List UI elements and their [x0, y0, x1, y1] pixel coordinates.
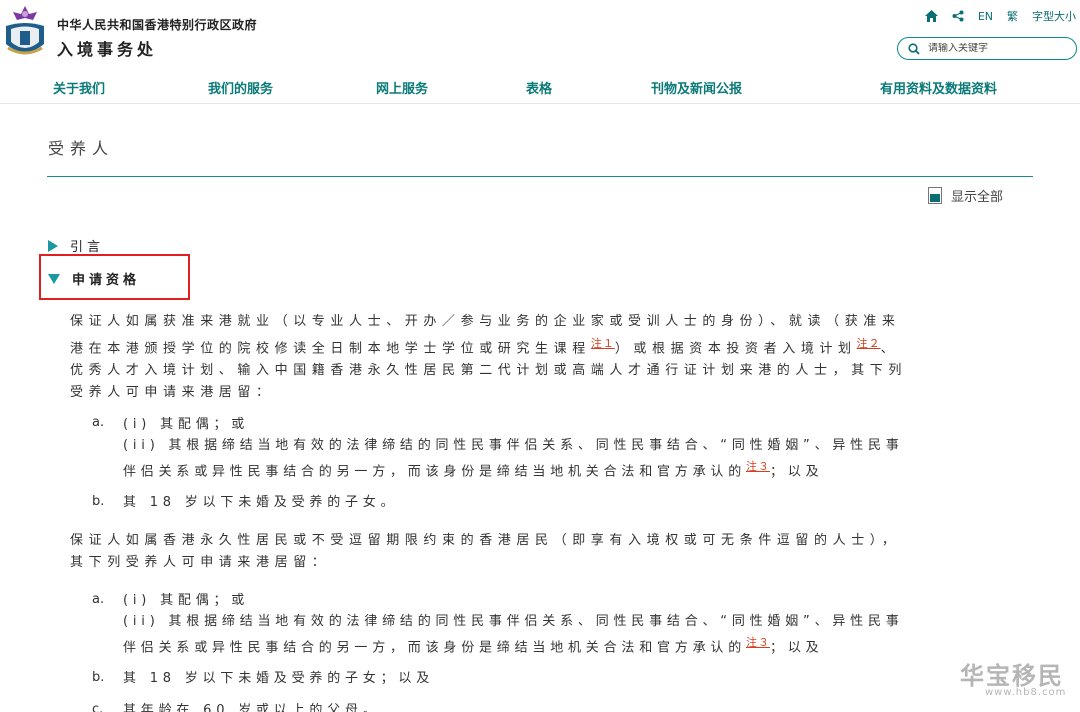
- nav-publications-press[interactable]: 刊物及新闻公报: [651, 78, 742, 97]
- section-eligibility[interactable]: 申请资格: [48, 269, 140, 288]
- section-introduction[interactable]: 引言: [48, 236, 104, 255]
- nav-useful-info-statistics[interactable]: 有用资料及数据资料: [880, 78, 997, 97]
- caret-down-icon: [48, 273, 60, 284]
- list1-b-marker: b.: [92, 494, 105, 509]
- section-introduction-label: 引言: [70, 240, 105, 255]
- list2-c-marker: c.: [92, 702, 104, 712]
- expand-all-icon: [928, 187, 942, 204]
- government-name: 中华人民共和国香港特别行政区政府: [57, 18, 258, 32]
- section-eligibility-label: 申请资格: [72, 273, 141, 288]
- nav-forms[interactable]: 表格: [526, 78, 552, 97]
- font-size-control[interactable]: 字型大小: [1032, 8, 1076, 24]
- department-name[interactable]: 入境事务处: [57, 36, 157, 60]
- list1-item-a: (i) 其配偶；或 (ii) 其根据缔结当地有效的法律缔结的同性民事伴侣关系、同…: [123, 417, 904, 480]
- site-header: 中华人民共和国香港特别行政区政府 入境事务处 EN 繁 字型大小 关于我们 我们…: [0, 0, 1080, 104]
- note-1-link[interactable]: 注１: [591, 337, 615, 350]
- share-icon[interactable]: [952, 10, 964, 22]
- note-3-link[interactable]: 注３: [746, 636, 770, 649]
- note-3-link[interactable]: 注３: [746, 460, 770, 473]
- list2-item-a: (i) 其配偶；或 (ii) 其根据缔结当地有效的法律缔结的同性民事伴侣关系、同…: [123, 593, 904, 656]
- caret-right-icon: [48, 239, 58, 252]
- search-input[interactable]: [928, 43, 1068, 54]
- search-icon[interactable]: [908, 42, 920, 55]
- list2-a-marker: a.: [92, 592, 105, 607]
- eligibility-paragraph-1: 保证人如属获准来港就业（以专业人士、开办／参与业务的企业家或受训人士的身份）、就…: [70, 311, 990, 404]
- watermark-url: www.hb8.com: [985, 687, 1067, 698]
- watermark-text: 华宝移民: [960, 662, 1064, 690]
- list1-a-marker: a.: [92, 415, 105, 430]
- lang-traditional-link[interactable]: 繁: [1007, 8, 1018, 24]
- title-divider: [47, 176, 1033, 177]
- list2-item-b: 其 18 岁以下未婚及受养的子女；以及: [123, 671, 435, 686]
- para2-line: 其下列受养人可申请来港居留：: [70, 555, 331, 570]
- lang-en-link[interactable]: EN: [978, 10, 993, 23]
- note-2-link[interactable]: 注２: [857, 337, 881, 350]
- para1-line: 保证人如属获准来港就业（以专业人士、开办／参与业务的企业家或受训人士的身份）、就…: [70, 314, 901, 329]
- para1-line: 受养人可申请来港居留：: [70, 385, 275, 401]
- show-all-label: 显示全部: [951, 190, 1004, 205]
- list1-item-b: 其 18 岁以下未婚及受养的子女。: [123, 495, 399, 510]
- main-nav: 关于我们 我们的服务 网上服务 表格 刊物及新闻公报 有用资料及数据资料: [0, 78, 1080, 100]
- show-all-toggle[interactable]: 显示全部: [928, 186, 1003, 205]
- para1-line: 港在本港颁授学位的院校修读全日制本地学士学位或研究生课程注１）或根据资本投资者入…: [70, 337, 900, 357]
- immigration-logo-icon[interactable]: [2, 4, 48, 62]
- para1-line: 优秀人才入境计划、输入中国籍香港永久性居民第二代计划或高端人才通行证计划来港的人…: [70, 363, 908, 379]
- nav-about-us[interactable]: 关于我们: [53, 78, 105, 97]
- nav-online-services[interactable]: 网上服务: [376, 78, 428, 97]
- eligibility-paragraph-2: 保证人如属香港永久性居民或不受逗留期限约束的香港居民（即享有入境权或可无条件逗留…: [70, 530, 990, 574]
- search-box: [897, 37, 1077, 60]
- home-icon[interactable]: [924, 10, 938, 22]
- utility-bar: EN 繁 字型大小: [924, 8, 1076, 24]
- list2-item-c: 其年龄在 60 岁或以上的父母。: [123, 703, 381, 712]
- nav-our-services[interactable]: 我们的服务: [208, 78, 273, 97]
- para2-line: 保证人如属香港永久性居民或不受逗留期限约束的香港居民（即享有入境权或可无条件逗留…: [70, 533, 901, 548]
- list2-b-marker: b.: [92, 670, 105, 685]
- page-title: 受养人: [48, 139, 115, 158]
